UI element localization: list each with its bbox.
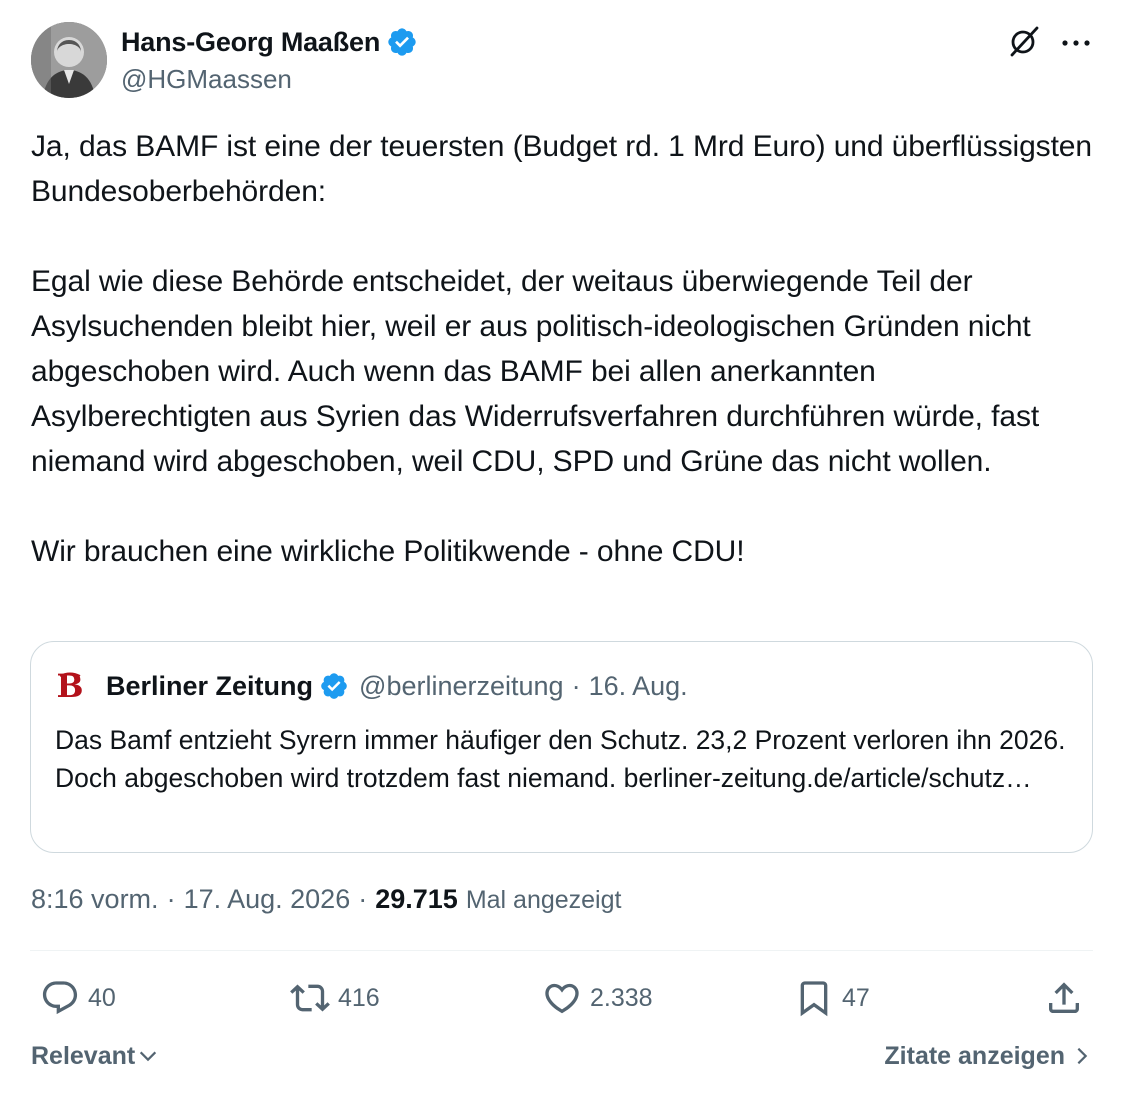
- share-button[interactable]: [1044, 972, 1092, 1024]
- chevron-down-icon: [140, 1051, 157, 1062]
- tweet-paragraph: Ja, das BAMF ist eine der teuersten (Bud…: [31, 130, 1092, 208]
- tweet-text: Ja, das BAMF ist eine der teuersten (Bud…: [31, 124, 1096, 574]
- tweet-date[interactable]: 17. Aug. 2026: [184, 884, 351, 915]
- divider: [30, 950, 1093, 951]
- like-button[interactable]: 2.338: [542, 972, 653, 1024]
- like-icon: [545, 983, 579, 1014]
- tweet-paragraph: Egal wie diese Behörde entscheidet, der …: [31, 265, 1040, 478]
- reply-count: 40: [88, 983, 116, 1012]
- like-count: 2.338: [590, 983, 653, 1012]
- tweet-time[interactable]: 8:16 vorm.: [31, 884, 159, 915]
- repost-icon: [290, 984, 330, 1012]
- quoted-author-name[interactable]: Berliner Zeitung: [106, 671, 313, 702]
- avatar-image: [31, 22, 107, 98]
- view-quotes-link[interactable]: Zitate anzeigen: [884, 1036, 1093, 1076]
- repost-button[interactable]: 416: [290, 972, 380, 1024]
- views-count: 29.715: [375, 884, 458, 914]
- reply-icon: [42, 981, 78, 1015]
- chevron-right-icon: [1077, 1047, 1088, 1065]
- quotes-label: Zitate anzeigen: [884, 1041, 1065, 1070]
- quoted-author-handle[interactable]: @berlinerzeitung: [359, 671, 564, 702]
- quoted-text: Das Bamf entzieht Syrern immer häufiger …: [55, 725, 1066, 793]
- sort-dropdown[interactable]: Relevant: [31, 1036, 159, 1076]
- bookmark-count: 47: [842, 983, 870, 1012]
- avatar[interactable]: [31, 22, 107, 98]
- separator-dot: ·: [571, 670, 581, 701]
- verified-badge-icon[interactable]: [319, 671, 349, 701]
- replies-footer: Relevant Zitate anzeigen: [31, 1036, 1093, 1076]
- share-icon: [1049, 982, 1079, 1013]
- grok-icon[interactable]: [1007, 24, 1041, 58]
- separator-dot: ·: [166, 884, 176, 914]
- verified-badge-icon[interactable]: [386, 26, 418, 58]
- sort-label: Relevant: [31, 1041, 136, 1070]
- tweet-meta: 8:16 vorm. · 17. Aug. 2026 · 29.715 Mal …: [31, 884, 621, 915]
- author-name[interactable]: Hans-Georg Maaßen: [121, 27, 380, 58]
- reply-button[interactable]: 40: [40, 972, 116, 1024]
- repost-count: 416: [338, 983, 380, 1012]
- bookmark-button[interactable]: 47: [794, 972, 870, 1024]
- action-bar: 40 416 2.338 47: [0, 972, 1123, 1024]
- separator-dot: ·: [358, 884, 368, 914]
- quoted-tweet[interactable]: B Berliner Zeitung @berlinerzeitung · 16…: [30, 641, 1093, 853]
- tweet-header: Hans-Georg Maaßen @HGMaassen: [31, 22, 1093, 102]
- tweet-paragraph: Wir brauchen eine wirkliche Politikwende…: [31, 535, 745, 568]
- berliner-zeitung-logo: B: [56, 668, 83, 704]
- bookmark-icon: [800, 981, 828, 1017]
- quoted-date[interactable]: 16. Aug.: [589, 671, 688, 702]
- more-icon[interactable]: [1059, 26, 1093, 60]
- author-handle[interactable]: @HGMaassen: [121, 64, 418, 95]
- views-label: Mal angezeigt: [465, 886, 622, 914]
